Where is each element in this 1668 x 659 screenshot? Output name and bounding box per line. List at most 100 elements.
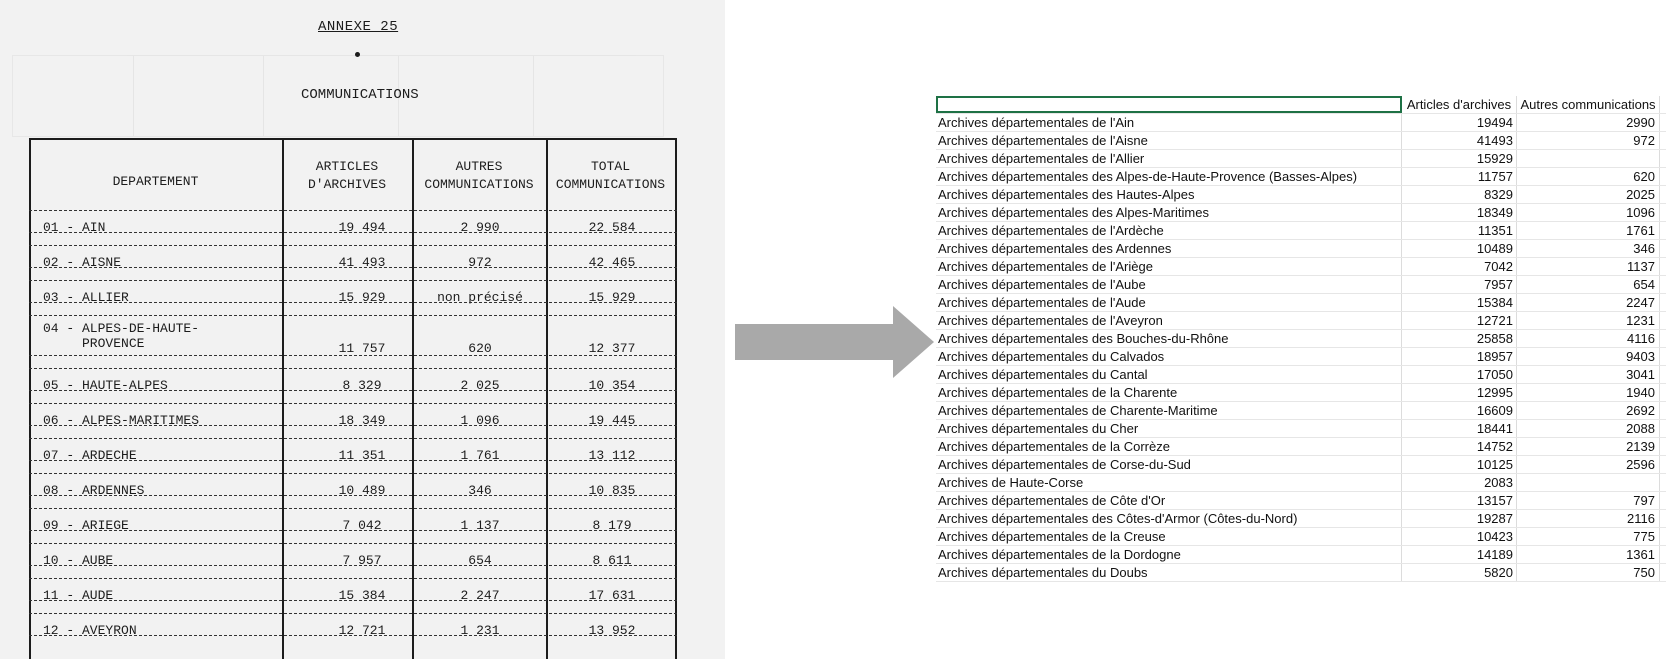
cell-archive-name[interactable]: Archives départementales de l'Aube — [936, 276, 1402, 293]
spreadsheet-row: Archives départementales du Cantal 17050 3… — [936, 366, 1666, 384]
cell-autres[interactable]: 4116 — [1517, 330, 1660, 347]
cell-articles[interactable]: 41493 — [1402, 132, 1517, 149]
cell-autres[interactable]: 1361 — [1517, 546, 1660, 563]
cell-articles[interactable]: 15384 — [1402, 294, 1517, 311]
spreadsheet-row: Archives départementales de la Corrèze 14… — [936, 438, 1666, 456]
document-title: COMMUNICATIONS — [301, 87, 419, 103]
cell-autres[interactable] — [1517, 150, 1660, 167]
cell-articles[interactable]: 14189 — [1402, 546, 1517, 563]
cell-articles[interactable]: 18349 — [1402, 204, 1517, 221]
cell-autres[interactable]: 2692 — [1517, 402, 1660, 419]
cell-archive-name[interactable]: Archives départementales des Ardennes — [936, 240, 1402, 257]
cell-articles[interactable]: 19494 — [1402, 114, 1517, 131]
spreadsheet-row: Archives départementales de Côte d'Or 131… — [936, 492, 1666, 510]
spreadsheet-row: Archives départementales de l'Allier 1592… — [936, 150, 1666, 168]
cell-autres[interactable]: 1940 — [1517, 384, 1660, 401]
cell-autres[interactable]: 2596 — [1517, 456, 1660, 473]
cell-archive-name[interactable]: Archives départementales de la Corrèze — [936, 438, 1402, 455]
cell-articles[interactable]: 17050 — [1402, 366, 1517, 383]
cell-articles[interactable]: 19287 — [1402, 510, 1517, 527]
spreadsheet-row: Archives départementales de Corse-du-Sud… — [936, 456, 1666, 474]
cell-archive-name[interactable]: Archives départementales des Alpes-de-Ha… — [936, 168, 1402, 185]
document-row: 02 - AISNE 41 493 972 42 465 — [29, 245, 677, 277]
cell-archive-name[interactable]: Archives départementales de l'Aisne — [936, 132, 1402, 149]
cell-articles[interactable]: 25858 — [1402, 330, 1517, 347]
document-table: DEPARTEMENT ARTICLES D'ARCHIVES AUTRES C… — [29, 138, 677, 659]
cell-archive-name[interactable]: Archives départementales de l'Allier — [936, 150, 1402, 167]
spreadsheet-row: Archives départementales de Charente-Mar… — [936, 402, 1666, 420]
cell-articles[interactable]: 10423 — [1402, 528, 1517, 545]
cell-archive-name[interactable]: Archives départementales de l'Ain — [936, 114, 1402, 131]
cell-archive-name[interactable]: Archives départementales de Côte d'Or — [936, 492, 1402, 509]
document-row: 01 - AIN 19 494 2 990 22 584 — [29, 210, 677, 242]
cell-autres[interactable]: 654 — [1517, 276, 1660, 293]
document-row: 12 - AVEYRON 12 721 1 231 13 952 — [29, 613, 677, 645]
cell-archive-name[interactable]: Archives départementales de Charente-Mar… — [936, 402, 1402, 419]
spreadsheet-header-row: Articles d'archives Autres communication… — [936, 96, 1666, 114]
cell-autres[interactable]: 797 — [1517, 492, 1660, 509]
cell-articles[interactable]: 15929 — [1402, 150, 1517, 167]
cell-articles[interactable]: 16609 — [1402, 402, 1517, 419]
cell-autres[interactable]: 2116 — [1517, 510, 1660, 527]
cell-articles[interactable]: 10489 — [1402, 240, 1517, 257]
cell-archive-name[interactable]: Archives départementales des Côtes-d'Arm… — [936, 510, 1402, 527]
cell-archive-name[interactable]: Archives de Haute-Corse — [936, 474, 1402, 491]
document-row: 11 - AUDE 15 384 2 247 17 631 — [29, 578, 677, 610]
cell-articles[interactable]: 11351 — [1402, 222, 1517, 239]
cell-autres[interactable]: 2025 — [1517, 186, 1660, 203]
cell-articles[interactable]: 12995 — [1402, 384, 1517, 401]
cell-archive-name[interactable]: Archives départementales des Hautes-Alpe… — [936, 186, 1402, 203]
cell-autres[interactable]: 775 — [1517, 528, 1660, 545]
cell-articles[interactable]: 2083 — [1402, 474, 1517, 491]
cell-archive-name[interactable]: Archives départementales de Corse-du-Sud — [936, 456, 1402, 473]
cell-articles[interactable]: 14752 — [1402, 438, 1517, 455]
cell-articles[interactable]: 18441 — [1402, 420, 1517, 437]
cell-articles[interactable]: 13157 — [1402, 492, 1517, 509]
cell-archive-name[interactable]: Archives départementales du Calvados — [936, 348, 1402, 365]
cell-archive-name[interactable]: Archives départementales de l'Aveyron — [936, 312, 1402, 329]
cell-a1[interactable] — [936, 96, 1402, 113]
cell-archive-name[interactable]: Archives départementales des Bouches-du-… — [936, 330, 1402, 347]
cell-autres[interactable]: 2247 — [1517, 294, 1660, 311]
cell-articles[interactable]: 7042 — [1402, 258, 1517, 275]
cell-articles[interactable]: 11757 — [1402, 168, 1517, 185]
cell-articles[interactable]: 10125 — [1402, 456, 1517, 473]
cell-autres[interactable]: 3041 — [1517, 366, 1660, 383]
cell-autres[interactable]: 620 — [1517, 168, 1660, 185]
column-header-articles[interactable]: Articles d'archives — [1402, 96, 1517, 113]
cell-autres[interactable]: 1137 — [1517, 258, 1660, 275]
cell-archive-name[interactable]: Archives départementales de l'Ardèche — [936, 222, 1402, 239]
document-row: 05 - HAUTE-ALPES 8 329 2 025 10 354 — [29, 368, 677, 400]
cell-autres[interactable]: 2139 — [1517, 438, 1660, 455]
spreadsheet-rows: Archives départementales de l'Ain 19494 29… — [936, 114, 1666, 582]
cell-autres[interactable]: 1096 — [1517, 204, 1660, 221]
cell-autres[interactable] — [1517, 474, 1660, 491]
cell-archive-name[interactable]: Archives départementales de la Creuse — [936, 528, 1402, 545]
cell-autres[interactable]: 750 — [1517, 564, 1660, 581]
cell-archive-name[interactable]: Archives départementales de la Dordogne — [936, 546, 1402, 563]
spreadsheet-row: Archives départementales de l'Aube 7957 65… — [936, 276, 1666, 294]
cell-archive-name[interactable]: Archives départementales de la Charente — [936, 384, 1402, 401]
cell-autres[interactable]: 2990 — [1517, 114, 1660, 131]
cell-articles[interactable]: 5820 — [1402, 564, 1517, 581]
cell-archive-name[interactable]: Archives départementales des Alpes-Marit… — [936, 204, 1402, 221]
cell-archive-name[interactable]: Archives départementales du Cantal — [936, 366, 1402, 383]
column-header-autres[interactable]: Autres communications — [1517, 96, 1660, 113]
cell-archive-name[interactable]: Archives départementales de l'Ariège — [936, 258, 1402, 275]
cell-autres[interactable]: 1231 — [1517, 312, 1660, 329]
cell-archive-name[interactable]: Archives départementales du Cher — [936, 420, 1402, 437]
cell-articles[interactable]: 18957 — [1402, 348, 1517, 365]
cell-articles[interactable]: 7957 — [1402, 276, 1517, 293]
cell-autres[interactable]: 2088 — [1517, 420, 1660, 437]
spreadsheet-row: Archives départementales de l'Ain 19494 29… — [936, 114, 1666, 132]
cell-articles[interactable]: 8329 — [1402, 186, 1517, 203]
spreadsheet-row: Archives départementales de l'Aisne 41493… — [936, 132, 1666, 150]
cell-autres[interactable]: 346 — [1517, 240, 1660, 257]
cell-autres[interactable]: 1761 — [1517, 222, 1660, 239]
cell-articles[interactable]: 12721 — [1402, 312, 1517, 329]
cell-autres[interactable]: 9403 — [1517, 348, 1660, 365]
bullet-dot — [355, 52, 360, 57]
cell-archive-name[interactable]: Archives départementales de l'Aude — [936, 294, 1402, 311]
cell-autres[interactable]: 972 — [1517, 132, 1660, 149]
cell-archive-name[interactable]: Archives départementales du Doubs — [936, 564, 1402, 581]
